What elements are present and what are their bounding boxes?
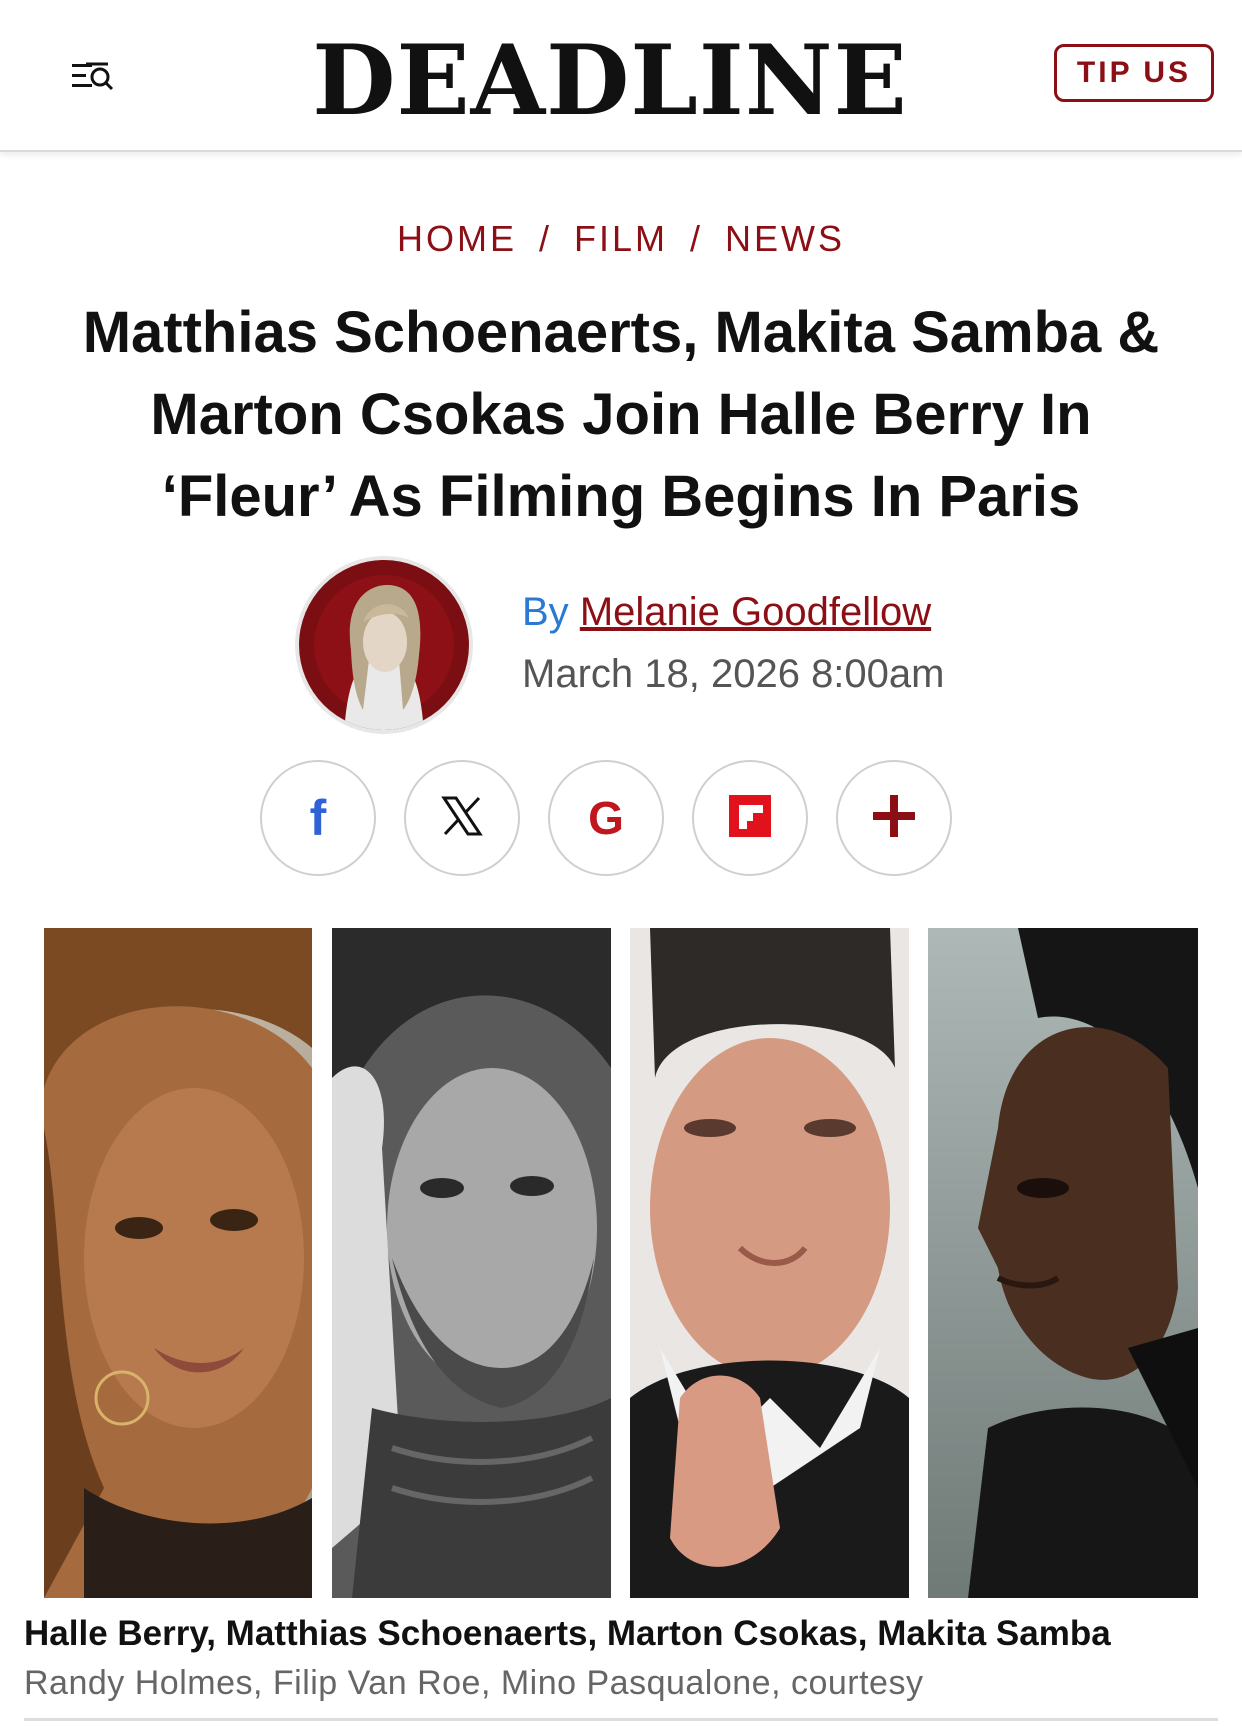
share-bar: f G: [260, 760, 960, 878]
facebook-share-button[interactable]: f: [260, 760, 376, 876]
article-title-line: Matthias Schoenaerts, Makita Samba &: [82, 300, 1160, 365]
photo-halle-berry: [44, 928, 312, 1598]
site-logo[interactable]: DEADLINE: [300, 26, 920, 136]
facebook-icon: f: [309, 790, 327, 846]
breadcrumb-separator: /: [690, 218, 704, 259]
article-title-line: ‘Fleur’ As Filming Begins In Paris: [161, 464, 1081, 529]
photo-marton-csokas: [630, 928, 909, 1598]
google-share-button[interactable]: G: [548, 760, 664, 876]
breadcrumb-separator: /: [538, 218, 552, 259]
image-credit: Randy Holmes, Filip Van Roe, Mino Pasqua…: [24, 1664, 924, 1702]
breadcrumb-home[interactable]: HOME: [397, 218, 517, 259]
photo-makita-samba: [928, 928, 1198, 1598]
google-icon: G: [588, 792, 624, 844]
author-avatar[interactable]: [295, 556, 473, 734]
x-icon: [440, 794, 484, 843]
x-share-button[interactable]: [404, 760, 520, 876]
article-title: Matthias Schoenaerts, Makita Samba & Mar…: [30, 292, 1212, 538]
tip-us-button[interactable]: TIP US: [1054, 44, 1214, 102]
article-title-line: Marton Csokas Join Halle Berry In: [150, 382, 1092, 447]
byline: By Melanie Goodfellow: [522, 590, 931, 635]
more-share-button[interactable]: [836, 760, 952, 876]
breadcrumb: HOME / FILM / NEWS: [0, 218, 1242, 260]
image-caption: Halle Berry, Matthias Schoenaerts, Marto…: [24, 1614, 1111, 1653]
flipboard-icon: [729, 794, 771, 842]
photo-matthias-schoenaerts: [332, 928, 611, 1598]
flipboard-share-button[interactable]: [692, 760, 808, 876]
site-header: DEADLINE TIP US: [0, 0, 1242, 152]
plus-icon: [873, 794, 915, 842]
divider: [24, 1718, 1218, 1721]
menu-search-icon[interactable]: [66, 52, 126, 102]
author-link[interactable]: Melanie Goodfellow: [580, 590, 931, 634]
breadcrumb-film[interactable]: FILM: [574, 218, 668, 259]
publish-date: March 18, 2026 8:00am: [522, 652, 945, 696]
byline-prefix: By: [522, 590, 569, 634]
breadcrumb-news[interactable]: NEWS: [725, 218, 845, 259]
